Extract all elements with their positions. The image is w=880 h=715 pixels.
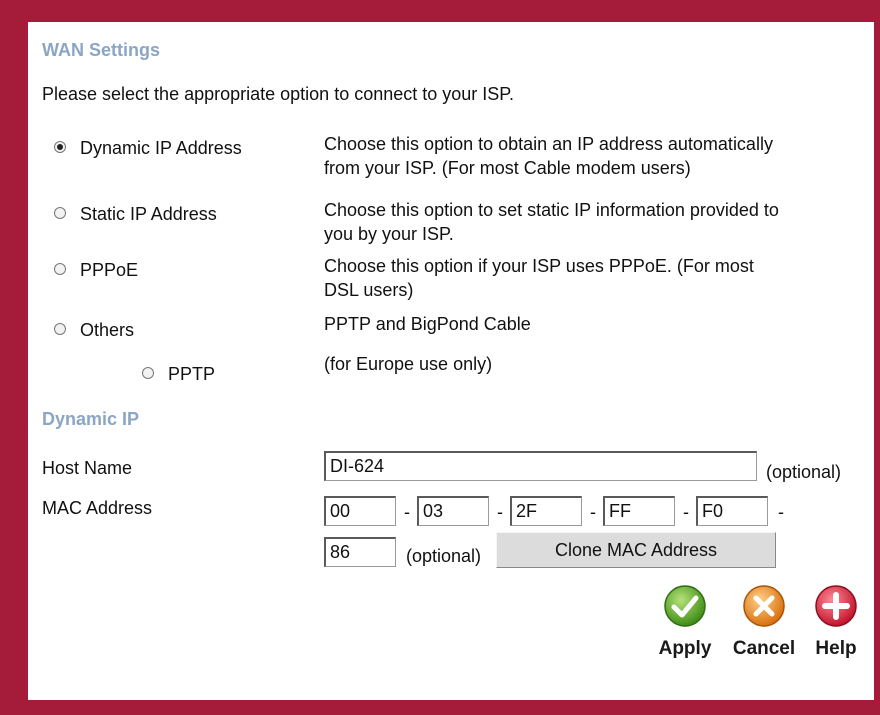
mac-octet-6[interactable] xyxy=(324,537,396,567)
mac-octet-3[interactable] xyxy=(510,496,582,526)
mac-separator: - xyxy=(497,502,503,522)
mac-separator: - xyxy=(778,502,784,522)
pptp-label: PPTP xyxy=(168,364,216,384)
others-label: Others xyxy=(80,320,135,340)
mac-octet-4[interactable] xyxy=(603,496,675,526)
mac-octet-5[interactable] xyxy=(696,496,768,526)
others-desc: PPTP and BigPond Cable xyxy=(324,314,531,334)
dynamic-ip-label: Dynamic IP Address xyxy=(80,138,242,158)
others-radio[interactable] xyxy=(54,323,66,335)
mac-octet-2[interactable] xyxy=(417,496,489,526)
checkmark-icon xyxy=(664,585,706,627)
mac-separator: - xyxy=(683,502,689,522)
pptp-desc: (for Europe use only) xyxy=(324,354,493,374)
mac-address-label: MAC Address xyxy=(42,498,153,518)
static-ip-label: Static IP Address xyxy=(80,204,217,224)
option-dynamic-ip[interactable]: Dynamic IP Address xyxy=(50,134,310,162)
apply-button[interactable]: Apply xyxy=(652,584,718,660)
wan-settings-panel: WAN Settings Please select the appropria… xyxy=(28,22,874,700)
mac-separator: - xyxy=(404,502,410,522)
static-ip-radio[interactable] xyxy=(54,207,66,219)
cancel-x-icon xyxy=(743,585,785,627)
host-name-optional: (optional) xyxy=(766,462,842,482)
static-ip-desc: Choose this option to set static IP info… xyxy=(324,200,779,244)
host-name-label: Host Name xyxy=(42,458,133,478)
pptp-radio[interactable] xyxy=(142,367,154,379)
cancel-label: Cancel xyxy=(732,638,796,659)
apply-label: Apply xyxy=(658,638,712,659)
option-pppoe[interactable]: PPPoE xyxy=(50,256,310,284)
clone-mac-button[interactable]: Clone MAC Address xyxy=(496,532,776,568)
option-static-ip[interactable]: Static IP Address xyxy=(50,200,310,228)
pppoe-label: PPPoE xyxy=(80,260,139,280)
dynamic-ip-desc: Choose this option to obtain an IP addre… xyxy=(324,134,773,178)
help-button[interactable]: Help xyxy=(808,584,864,660)
host-name-input[interactable] xyxy=(324,451,757,481)
pppoe-desc: Choose this option if your ISP uses PPPo… xyxy=(324,256,754,300)
wan-settings-title: WAN Settings xyxy=(42,40,161,60)
dynamic-ip-radio[interactable] xyxy=(54,141,66,153)
mac-octet-1[interactable] xyxy=(324,496,396,526)
help-label: Help xyxy=(815,638,857,659)
option-others[interactable]: Others xyxy=(50,316,310,344)
cancel-button[interactable]: Cancel xyxy=(726,584,802,660)
option-pptp[interactable]: PPTP xyxy=(140,360,300,388)
dynamic-ip-title: Dynamic IP xyxy=(42,409,140,429)
pppoe-radio[interactable] xyxy=(54,263,66,275)
mac-optional: (optional) xyxy=(406,546,482,566)
wan-instruction: Please select the appropriate option to … xyxy=(42,84,514,104)
mac-separator: - xyxy=(590,502,596,522)
help-plus-icon xyxy=(815,585,857,627)
